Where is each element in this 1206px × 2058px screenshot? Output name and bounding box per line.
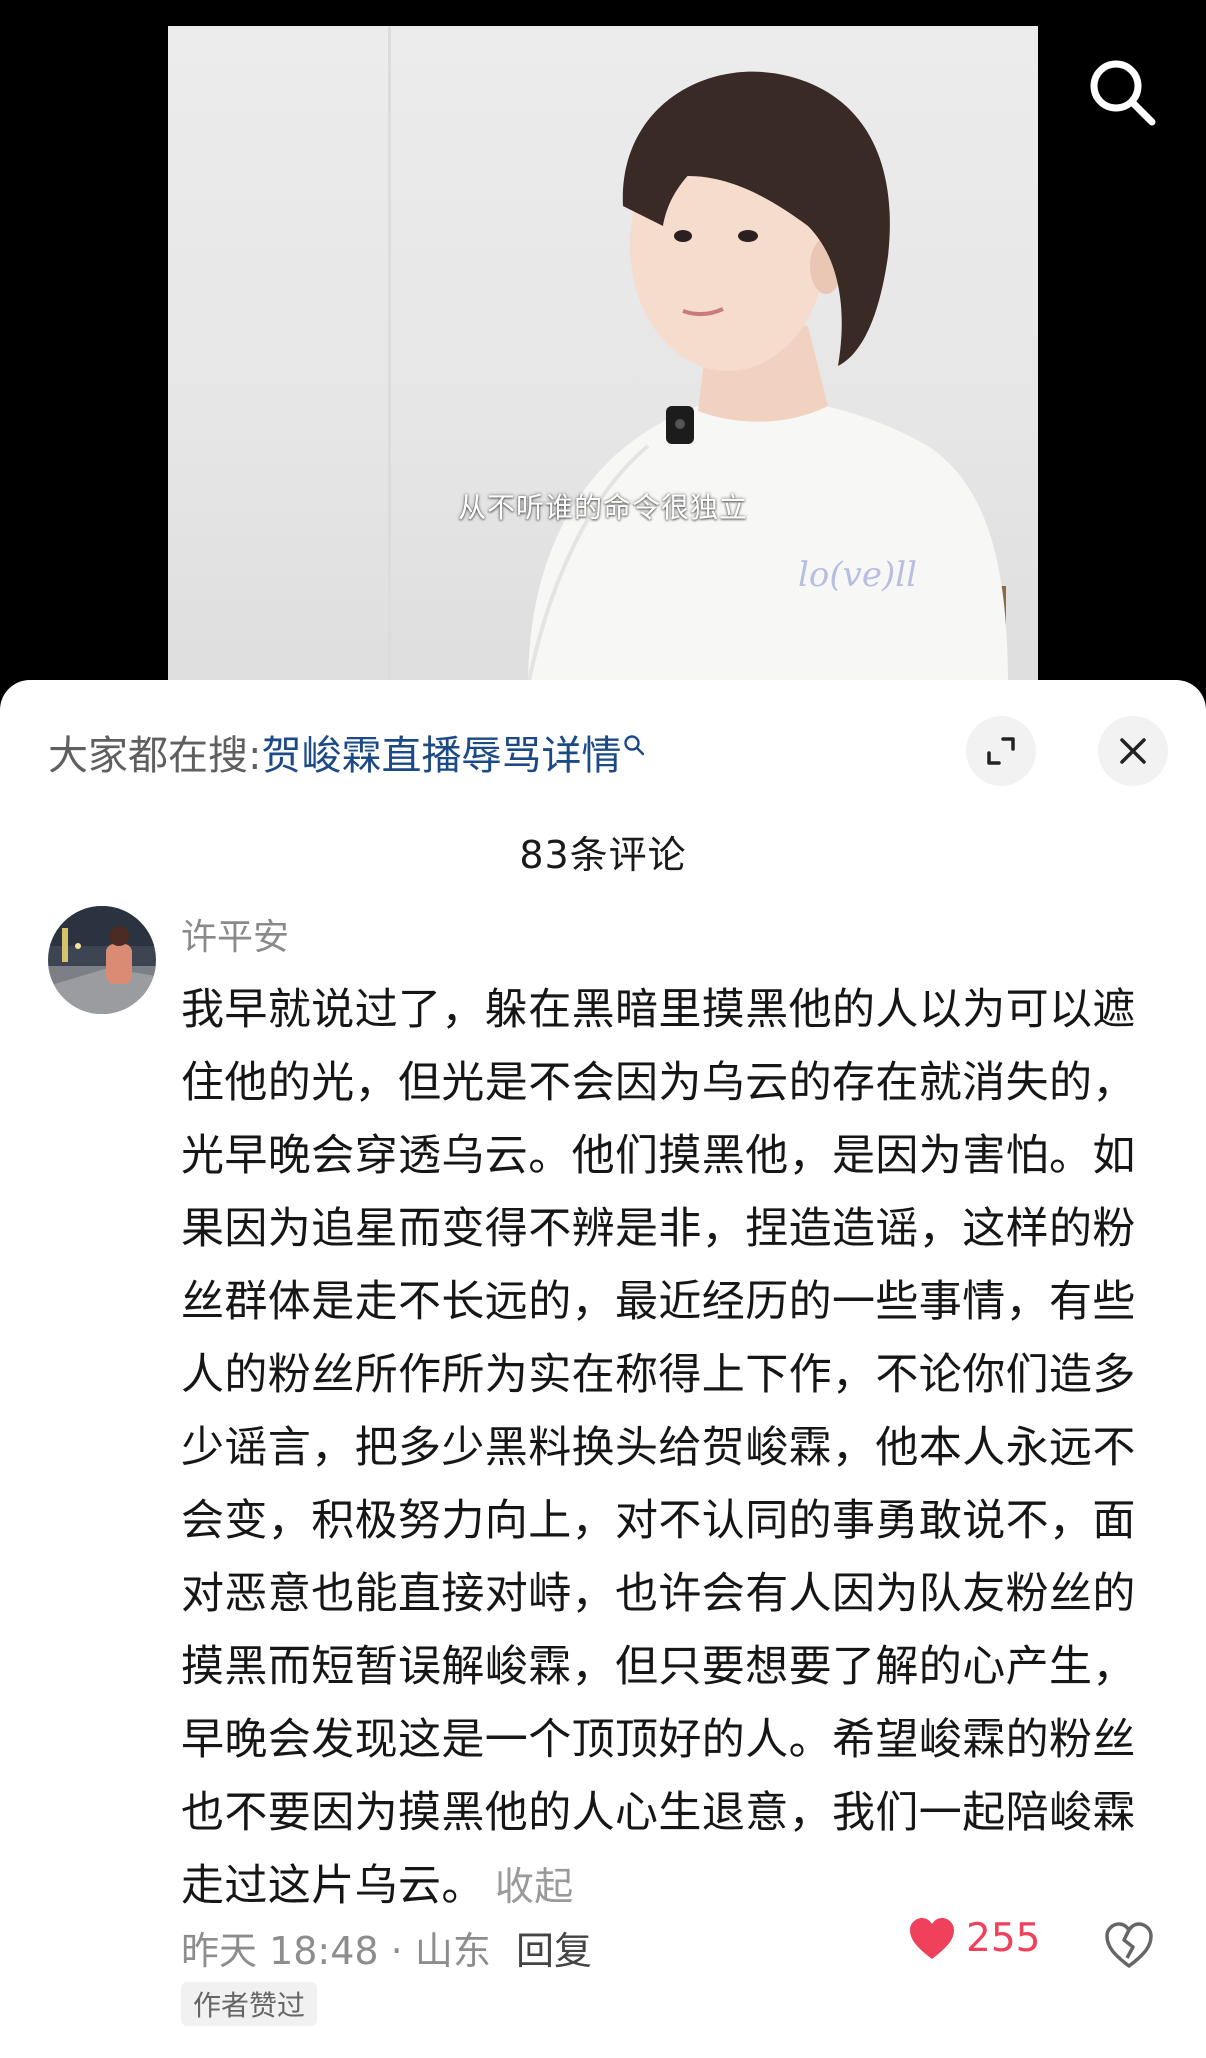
hot-search-bar[interactable]: 大家都在搜:贺峻霖直播辱骂详情 [48, 730, 645, 782]
avatar[interactable] [48, 906, 156, 1014]
reply-button[interactable]: 回复 [516, 1920, 592, 1975]
video-player[interactable]: lo(ve)ll 从不听谁的命令很独立 [168, 26, 1038, 686]
video-frame: lo(ve)ll [526, 71, 1008, 686]
broken-heart-icon[interactable] [1104, 1920, 1154, 1970]
expand-button[interactable] [966, 716, 1036, 786]
comment-meta: 昨天 18:48 · 山东 [181, 1929, 491, 1973]
comment-body: 我早就说过了，躲在黑暗里摸黑他的人以为可以遮住他的光，但光是不会因为乌云的存在就… [181, 974, 1161, 1924]
screen: lo(ve)ll 从不听谁的命令很独立 大家都在搜:贺峻霖直播辱骂详情 83条评… [0, 0, 1206, 2058]
like-button[interactable]: 255 [908, 1916, 1040, 1961]
comment-text: 我早就说过了，躲在黑暗里摸黑他的人以为可以遮住他的光，但光是不会因为乌云的存在就… [181, 985, 1136, 1911]
mini-search-icon [624, 735, 645, 756]
comment-username[interactable]: 许平安 [181, 908, 289, 960]
heart-icon [910, 1917, 954, 1959]
shirt-print: lo(ve)ll [798, 555, 917, 595]
video-subtitle: 从不听谁的命令很独立 [457, 491, 748, 524]
expand-icon [987, 737, 1015, 765]
comment-count: 83条评论 [519, 833, 687, 877]
collapse-link[interactable]: 收起 [495, 1865, 574, 1910]
close-button[interactable] [1098, 716, 1168, 786]
comment-sheet: 大家都在搜:贺峻霖直播辱骂详情 83条评论 许平安 我早就说过了，躲在黑暗里摸黑… [0, 680, 1206, 2058]
search-icon[interactable] [1084, 54, 1160, 130]
hot-search-prefix: 大家都在搜: [48, 733, 262, 779]
close-icon [1120, 738, 1146, 764]
author-liked-badge: 作者赞过 [181, 1982, 318, 2026]
like-count: 255 [966, 1916, 1041, 1961]
hot-search-term[interactable]: 贺峻霖直播辱骂详情 [261, 733, 621, 779]
